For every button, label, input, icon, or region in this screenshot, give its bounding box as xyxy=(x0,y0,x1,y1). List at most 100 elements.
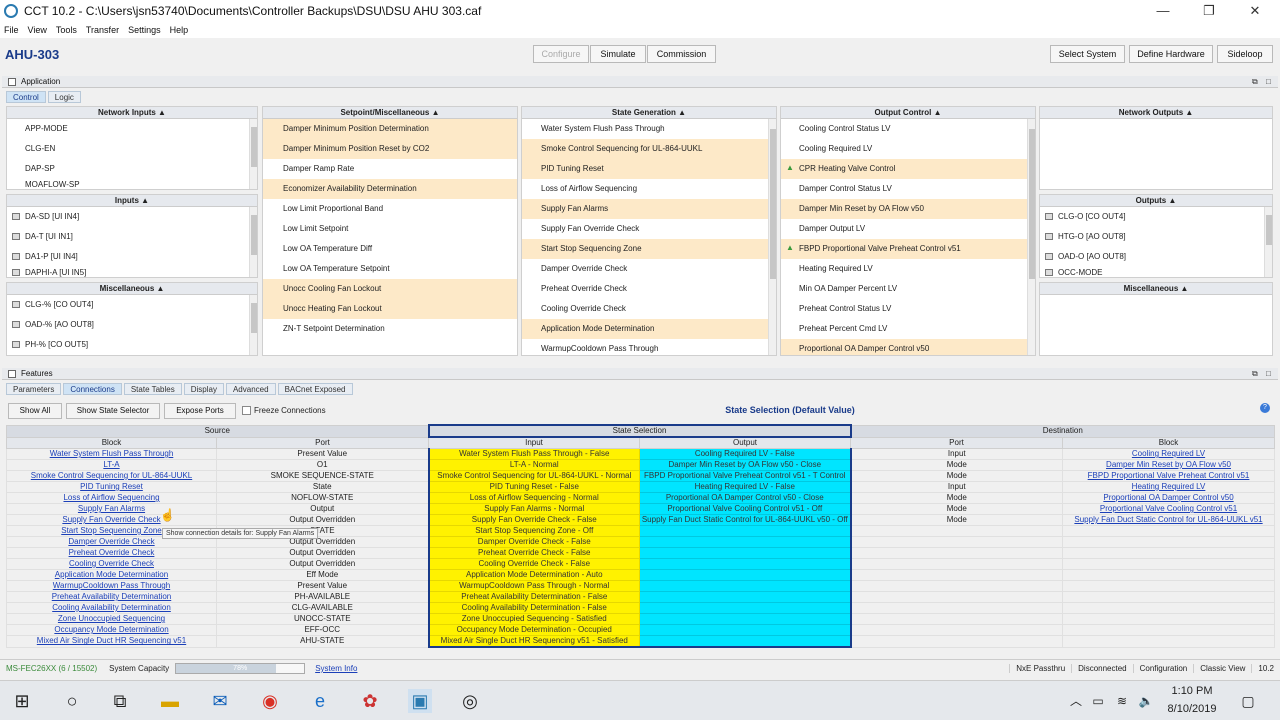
source-block-cell[interactable]: PID Tuning Reset xyxy=(6,481,217,493)
list-item[interactable]: Supply Fan Alarms xyxy=(522,199,776,219)
tab-display[interactable]: Display xyxy=(183,383,224,395)
list-item[interactable]: Low Limit Setpoint xyxy=(263,219,517,239)
output-control-header[interactable]: Output Control ▲ xyxy=(781,107,1035,119)
file-explorer-icon[interactable]: ▬ xyxy=(158,689,182,713)
tab-logic[interactable]: Logic xyxy=(47,91,81,103)
column-header-block[interactable]: Block xyxy=(1062,436,1276,449)
chrome-icon[interactable]: ◉ xyxy=(258,689,282,713)
list-item[interactable]: OAD-O [AO OUT8] xyxy=(1040,247,1272,267)
dest-block-cell[interactable] xyxy=(1062,613,1276,625)
clock-date[interactable]: 8/10/2019 xyxy=(1162,703,1222,715)
list-item[interactable]: Damper Ramp Rate xyxy=(263,159,517,179)
table-row[interactable]: Occupancy Mode Determination EFF-OCC Occup… xyxy=(6,624,1276,636)
list-item[interactable]: Low Limit Proportional Band xyxy=(263,199,517,219)
source-block-cell[interactable]: Smoke Control Sequencing for UL-864-UUKL xyxy=(6,470,217,482)
list-item[interactable]: OCC-MODE xyxy=(1040,267,1272,277)
table-row[interactable]: Cooling Override Check Output Overridden C… xyxy=(6,558,1276,570)
list-item[interactable]: PID Tuning Reset xyxy=(522,159,776,179)
menu-settings[interactable]: Settings xyxy=(128,25,161,35)
list-item[interactable]: APP-MODE xyxy=(7,119,257,139)
battery-icon[interactable]: ▭ xyxy=(1086,689,1110,713)
list-item[interactable]: HTG-O [AO OUT8] xyxy=(1040,227,1272,247)
list-item[interactable]: Heating Required LV xyxy=(781,259,1035,279)
chevron-up-icon[interactable]: ︿ xyxy=(1064,689,1088,713)
source-block-cell[interactable]: Occupancy Mode Determination xyxy=(6,624,217,636)
list-item[interactable]: MOAFLOW-SP xyxy=(7,179,257,189)
minimize-button[interactable]: — xyxy=(1140,0,1186,22)
column-header-input[interactable]: Input xyxy=(428,436,641,449)
list-item[interactable]: Damper Output LV xyxy=(781,219,1035,239)
list-item[interactable]: Damper Min Reset by OA Flow v50 xyxy=(781,199,1035,219)
list-item[interactable]: Preheat Control Status LV xyxy=(781,299,1035,319)
dest-block-cell[interactable] xyxy=(1062,536,1276,548)
expose-ports-button[interactable]: Expose Ports xyxy=(164,403,236,419)
list-item[interactable]: Damper Control Status LV xyxy=(781,179,1035,199)
system-info-link[interactable]: System Info xyxy=(309,664,363,673)
list-item[interactable]: Preheat Override Check xyxy=(522,279,776,299)
list-item[interactable]: Preheat Percent Cmd LV xyxy=(781,319,1035,339)
nxe-passthru-status[interactable]: NxE Passthru xyxy=(1009,664,1071,673)
list-item[interactable]: CLG-O [CO OUT4] xyxy=(1040,207,1272,227)
list-item[interactable]: Unocc Cooling Fan Lockout xyxy=(263,279,517,299)
source-block-cell[interactable]: Mixed Air Single Duct HR Sequencing v51 xyxy=(6,635,217,648)
help-icon[interactable]: ? xyxy=(1260,403,1270,413)
table-row[interactable]: Supply Fan Override Check Output Overridd… xyxy=(6,514,1276,526)
list-item[interactable]: DA1-P [UI IN4] xyxy=(7,247,257,267)
table-row[interactable]: Preheat Availability Determination PH-AVA… xyxy=(6,591,1276,603)
table-row[interactable]: Water System Flush Pass Through Present V… xyxy=(6,448,1276,460)
column-header-port[interactable]: Port xyxy=(850,436,1064,449)
dest-block-cell[interactable]: Cooling Required LV xyxy=(1062,448,1276,460)
scrollbar[interactable] xyxy=(768,119,776,355)
list-item[interactable]: Cooling Required LV xyxy=(781,139,1035,159)
column-header-output[interactable]: Output xyxy=(639,436,852,449)
table-row[interactable]: Application Mode Determination Eff Mode Ap… xyxy=(6,569,1276,581)
maximize-panel-icon[interactable]: □ xyxy=(1266,77,1271,86)
list-item[interactable]: DAP-SP xyxy=(7,159,257,179)
list-item[interactable]: OAD-% [AO OUT8] xyxy=(7,315,257,335)
dest-block-cell[interactable] xyxy=(1062,591,1276,603)
table-row[interactable]: Loss of Airflow Sequencing NOFLOW-STATE Lo… xyxy=(6,492,1276,504)
dest-block-cell[interactable] xyxy=(1062,525,1276,537)
table-row[interactable]: Preheat Override Check Output Overridden P… xyxy=(6,547,1276,559)
list-item[interactable]: ▲ FBPD Proportional Valve Preheat Control… xyxy=(781,239,1035,259)
source-block-cell[interactable]: Supply Fan Alarms xyxy=(6,503,217,515)
menu-tools[interactable]: Tools xyxy=(56,25,77,35)
menu-help[interactable]: Help xyxy=(170,25,189,35)
dest-block-cell[interactable] xyxy=(1062,580,1276,592)
list-item[interactable]: ZN-T Setpoint Determination xyxy=(263,319,517,339)
dest-block-cell[interactable] xyxy=(1062,569,1276,581)
dest-block-cell[interactable]: Supply Fan Duct Static Control for UL-86… xyxy=(1062,514,1276,526)
sideloop-button[interactable]: Sideloop xyxy=(1217,45,1273,63)
dest-block-cell[interactable]: Proportional Valve Cooling Control v51 xyxy=(1062,503,1276,515)
state-generation-header[interactable]: State Generation ▲ xyxy=(522,107,776,119)
scrollbar[interactable] xyxy=(1027,119,1035,355)
scrollbar[interactable] xyxy=(249,295,257,355)
source-block-cell[interactable]: Water System Flush Pass Through xyxy=(6,448,217,460)
table-row[interactable]: Smoke Control Sequencing for UL-864-UUKL… xyxy=(6,470,1276,482)
maximize-button[interactable]: ❐ xyxy=(1186,0,1232,22)
source-block-cell[interactable]: Cooling Override Check xyxy=(6,558,217,570)
table-row[interactable]: Mixed Air Single Duct HR Sequencing v51 A… xyxy=(6,635,1276,648)
list-item[interactable]: Application Mode Determination xyxy=(522,319,776,339)
table-row[interactable]: Supply Fan Alarms Output Supply Fan Alarms… xyxy=(6,503,1276,515)
define-hardware-button[interactable]: Define Hardware xyxy=(1129,45,1213,63)
tab-state-tables[interactable]: State Tables xyxy=(123,383,182,395)
inputs-header[interactable]: Inputs ▲ xyxy=(7,195,257,207)
tab-control[interactable]: Control xyxy=(6,91,46,103)
list-item[interactable]: Damper Minimum Position Determination xyxy=(263,119,517,139)
dest-block-cell[interactable] xyxy=(1062,547,1276,559)
list-item[interactable]: PH-% [CO OUT5] xyxy=(7,335,257,355)
scrollbar[interactable] xyxy=(249,207,257,277)
list-item[interactable]: CLG-EN xyxy=(7,139,257,159)
tab-advanced[interactable]: Advanced xyxy=(225,383,276,395)
clock-time[interactable]: 1:10 PM xyxy=(1162,685,1222,697)
list-item[interactable]: Damper Override Check xyxy=(522,259,776,279)
list-item[interactable]: Min OA Damper Percent LV xyxy=(781,279,1035,299)
app-icon[interactable]: ✿ xyxy=(358,689,382,713)
misc-left-header[interactable]: Miscellaneous ▲ xyxy=(7,283,257,295)
dest-block-cell[interactable]: FBPD Proportional Valve Preheat Control … xyxy=(1062,470,1276,482)
list-item[interactable]: Supply Fan Override Check xyxy=(522,219,776,239)
close-button[interactable]: ✕ xyxy=(1232,0,1278,22)
volume-icon[interactable]: 🔈 xyxy=(1134,689,1158,713)
list-item[interactable]: Cooling Control Status LV xyxy=(781,119,1035,139)
